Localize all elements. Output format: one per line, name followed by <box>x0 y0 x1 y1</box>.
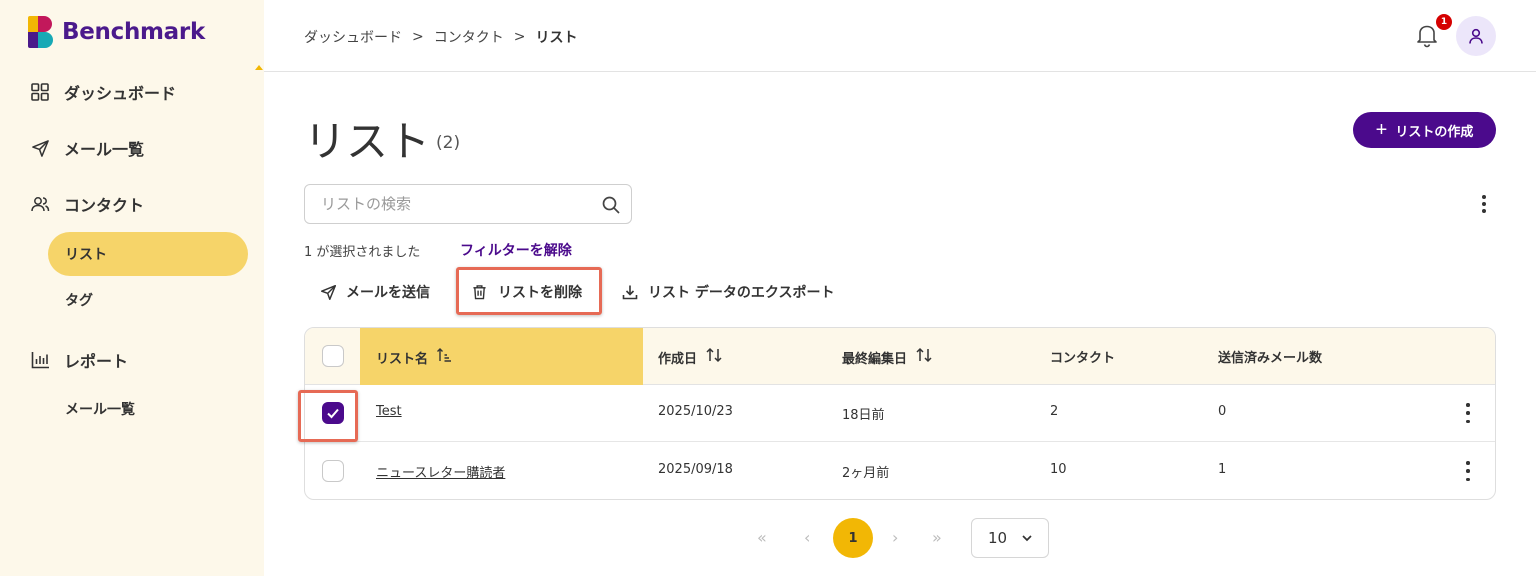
list-name-link[interactable]: ニュースレター購読者 <box>376 462 505 481</box>
page-title: リスト <box>304 117 431 166</box>
sent-count: 0 <box>1218 404 1227 419</box>
row-checkbox[interactable] <box>322 460 344 482</box>
column-header-sent: 送信済みメール数 <box>1218 347 1322 366</box>
user-icon <box>1469 28 1483 44</box>
export-list-button[interactable]: リスト データのエクスポート <box>622 282 834 302</box>
breadcrumb-current: リスト <box>535 30 578 46</box>
send-email-button[interactable]: メールを送信 <box>320 282 430 302</box>
sidebar: Benchmark ダッシュボード メール一覧 コンタクト リスト タグ レポー… <box>0 0 264 576</box>
contact-count: 10 <box>1050 462 1067 477</box>
breadcrumb-dashboard[interactable]: ダッシュボード <box>304 27 402 47</box>
sidebar-item-label: ダッシュボード <box>64 84 177 103</box>
column-header-label: リスト名 <box>376 351 429 367</box>
next-page-button[interactable]: › <box>892 528 898 547</box>
logo-mark-icon <box>28 16 54 48</box>
column-header-created[interactable]: 作成日 <box>658 347 723 367</box>
created-date: 2025/09/18 <box>658 462 733 477</box>
collapse-caret-icon[interactable] <box>255 65 263 70</box>
sent-count: 1 <box>1218 462 1227 477</box>
sort-icon[interactable] <box>915 347 933 367</box>
column-header-edited[interactable]: 最終編集日 <box>842 347 933 367</box>
table-header: リスト名 作成日 最終編集日 コンタクト 送信済みメール数 <box>305 328 1495 385</box>
table-row[interactable]: ニュースレター購読者 2025/09/18 2ヶ月前 10 1 <box>305 443 1495 499</box>
search-box <box>304 184 632 224</box>
list-name-link[interactable]: Test <box>376 404 402 419</box>
column-header-label: コンタクト <box>1050 351 1116 366</box>
select-all-checkbox[interactable] <box>322 345 344 367</box>
bell-icon[interactable] <box>1415 22 1439 48</box>
column-header-name[interactable]: リスト名 <box>376 347 452 367</box>
checkbox-highlight-box <box>298 390 358 442</box>
send-icon <box>320 283 338 301</box>
list-count: (2) <box>436 133 461 153</box>
sidebar-subitem-email-reports[interactable]: メール一覧 <box>48 387 248 431</box>
table-row[interactable]: Test 2025/10/23 18日前 2 0 <box>305 385 1495 442</box>
export-list-label: リスト データのエクスポート <box>648 285 835 301</box>
last-page-button[interactable]: » <box>932 528 942 547</box>
first-page-button[interactable]: « <box>757 528 767 547</box>
send-icon <box>30 138 50 158</box>
brand-name: Benchmark <box>62 19 205 45</box>
row-more-icon[interactable] <box>1465 461 1471 481</box>
selection-status: 1 が選択されました <box>304 245 421 260</box>
column-header-label: 作成日 <box>658 351 698 367</box>
notification-badge: 1 <box>1436 14 1452 30</box>
page-size-value: 10 <box>988 529 1008 547</box>
breadcrumb-separator: > <box>513 29 526 45</box>
contact-count: 2 <box>1050 404 1059 419</box>
top-header: ダッシュボード > コンタクト > リスト 1 <box>264 0 1536 72</box>
sidebar-item-dashboard[interactable]: ダッシュボード <box>30 78 176 106</box>
created-date: 2025/10/23 <box>658 404 733 419</box>
lists-table: リスト名 作成日 最終編集日 コンタクト 送信済みメール数 Test 2025/… <box>304 327 1496 500</box>
bar-chart-icon <box>30 350 50 370</box>
sidebar-item-label: メール一覧 <box>64 140 145 159</box>
more-options-icon[interactable] <box>1474 192 1494 216</box>
grid-icon <box>30 82 50 102</box>
breadcrumb: ダッシュボード > コンタクト > リスト <box>304 27 577 47</box>
delete-highlight-box <box>456 267 602 315</box>
search-input[interactable] <box>321 185 591 223</box>
chevron-down-icon <box>1020 531 1034 549</box>
search-icon[interactable] <box>601 195 621 215</box>
sort-ascending-icon[interactable] <box>436 347 452 367</box>
breadcrumb-separator: > <box>412 29 424 45</box>
create-list-label: リストの作成 <box>1395 123 1474 139</box>
app-root: Benchmark ダッシュボード メール一覧 コンタクト リスト タグ レポー… <box>0 0 1536 576</box>
column-header-label: 最終編集日 <box>842 351 908 367</box>
edited-date: 18日前 <box>842 408 885 423</box>
create-list-button[interactable]: + リストの作成 <box>1353 112 1496 148</box>
plus-icon: + <box>1375 119 1388 141</box>
download-icon <box>622 283 640 301</box>
column-header-contacts: コンタクト <box>1050 347 1115 366</box>
users-icon <box>30 194 50 214</box>
sidebar-item-contacts[interactable]: コンタクト <box>30 190 144 218</box>
sort-icon[interactable] <box>705 347 723 367</box>
edited-date: 2ヶ月前 <box>842 466 890 481</box>
sidebar-subitem-tags[interactable]: タグ <box>48 278 248 322</box>
sidebar-item-label: コンタクト <box>64 196 145 215</box>
breadcrumb-contacts[interactable]: コンタクト <box>434 27 504 47</box>
send-email-label: メールを送信 <box>346 285 430 301</box>
brand-logo[interactable]: Benchmark <box>28 16 205 48</box>
sidebar-item-emails[interactable]: メール一覧 <box>30 134 144 162</box>
column-header-label: 送信済みメール数 <box>1218 351 1323 366</box>
avatar[interactable] <box>1456 16 1496 56</box>
clear-filter-link[interactable]: フィルターを解除 <box>460 240 572 260</box>
prev-page-button[interactable]: ‹ <box>804 528 810 547</box>
row-more-icon[interactable] <box>1465 403 1471 423</box>
page-size-select[interactable]: 10 <box>971 518 1049 558</box>
sidebar-item-reports[interactable]: レポート <box>30 346 128 374</box>
current-page-button[interactable]: 1 <box>833 518 873 558</box>
sidebar-subitem-lists[interactable]: リスト <box>48 232 248 276</box>
sidebar-item-label: レポート <box>64 352 129 371</box>
